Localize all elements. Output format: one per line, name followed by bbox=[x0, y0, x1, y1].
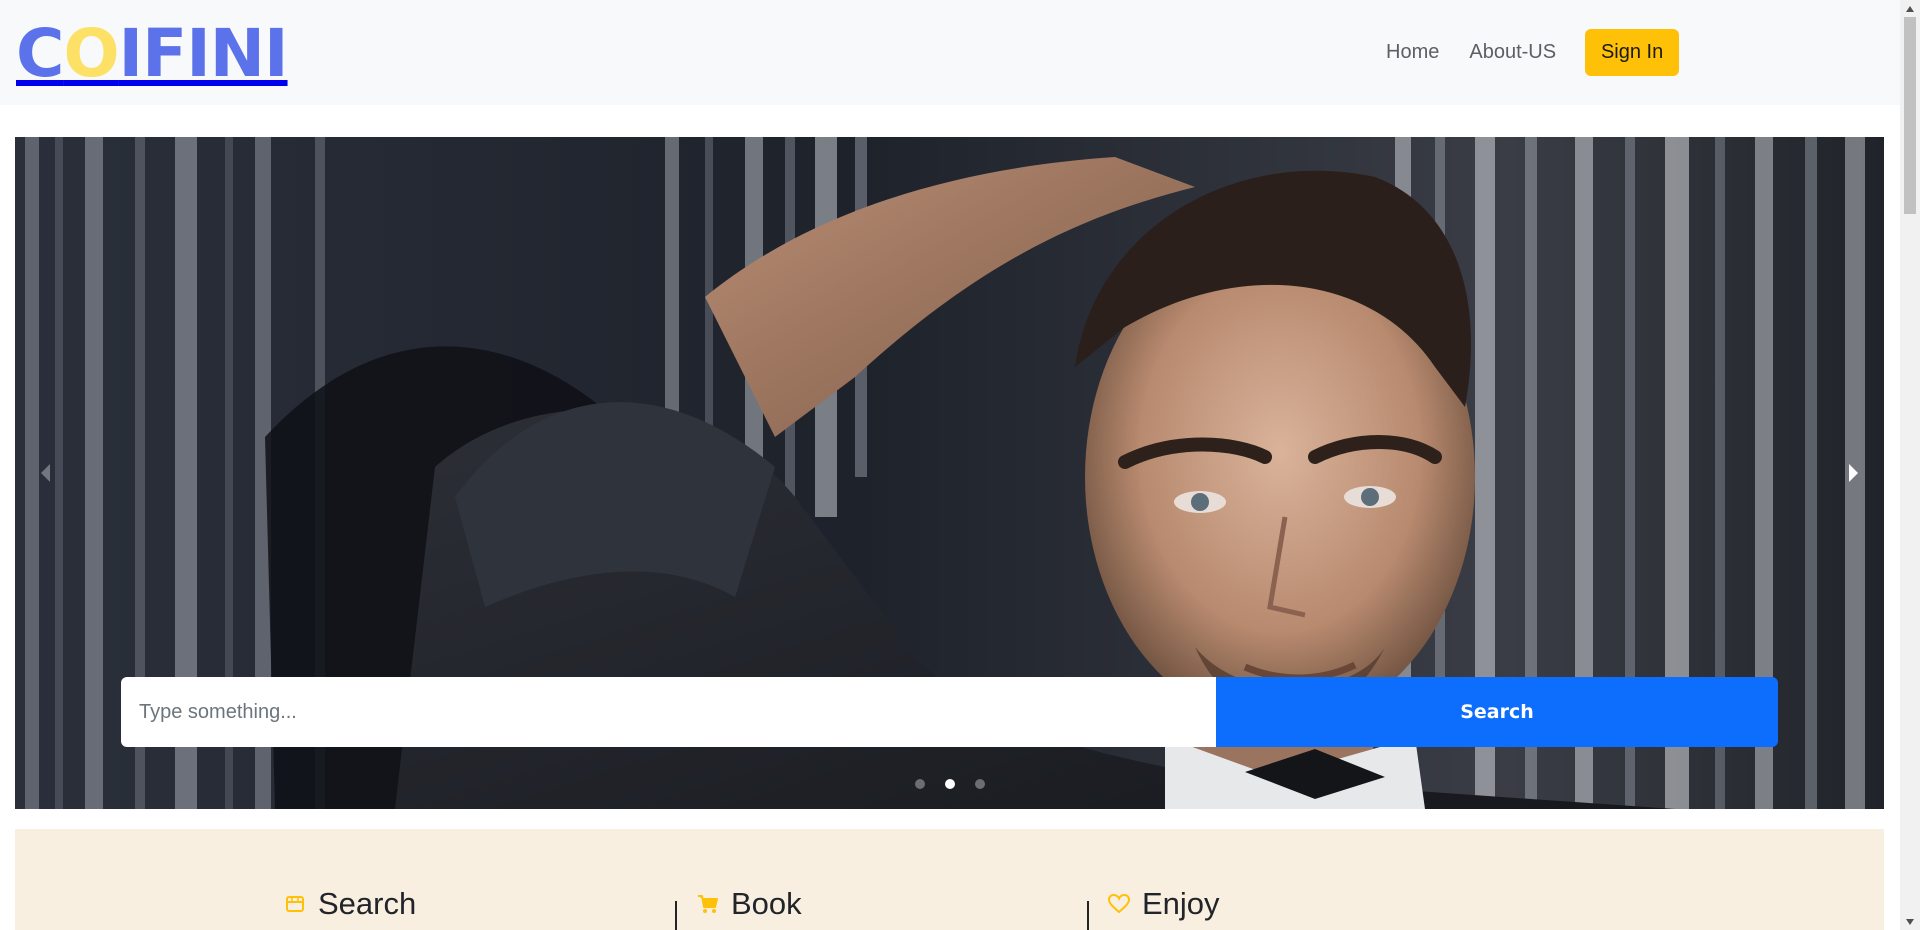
search-button[interactable]: Search bbox=[1216, 677, 1778, 747]
carousel-indicators bbox=[915, 779, 1005, 789]
sign-in-button[interactable]: Sign In bbox=[1585, 28, 1680, 76]
feature-enjoy: Enjoy bbox=[1108, 886, 1220, 922]
search-form: Search bbox=[121, 677, 1778, 747]
feature-title: Search bbox=[318, 886, 417, 921]
feature-divider bbox=[675, 901, 677, 930]
hero-carousel: Search bbox=[15, 137, 1884, 809]
logo-letters-rest: IFINI bbox=[118, 15, 289, 92]
scrollbar-thumb[interactable] bbox=[1904, 17, 1916, 214]
feature-divider bbox=[1087, 901, 1089, 930]
feature-search: Search bbox=[284, 886, 416, 922]
scroll-down-icon[interactable] bbox=[1900, 913, 1920, 930]
carousel-prev-button[interactable] bbox=[15, 137, 75, 809]
carousel-next-button[interactable] bbox=[1824, 137, 1884, 809]
carousel-indicator-2[interactable] bbox=[945, 779, 955, 789]
page-scrollbar[interactable] bbox=[1900, 0, 1920, 930]
chevron-right-icon bbox=[1849, 464, 1858, 482]
brand-logo[interactable]: COIFINI bbox=[16, 15, 289, 92]
navbar: COIFINI Home About-US Sign In bbox=[0, 0, 1900, 105]
cart-icon bbox=[697, 893, 719, 915]
scroll-up-icon[interactable] bbox=[1900, 0, 1920, 17]
logo-letter-o: O bbox=[63, 15, 119, 92]
feature-title: Enjoy bbox=[1142, 886, 1220, 921]
carousel-indicator-3[interactable] bbox=[975, 779, 985, 789]
search-input[interactable] bbox=[121, 677, 1216, 747]
chevron-left-icon bbox=[41, 464, 50, 482]
shop-icon bbox=[284, 893, 306, 915]
carousel-indicator-1[interactable] bbox=[915, 779, 925, 789]
features-section: Search Book Enjoy bbox=[15, 829, 1884, 930]
nav-links: Home About-US Sign In bbox=[1386, 28, 1680, 76]
feature-book: Book bbox=[697, 886, 802, 922]
logo-letter-c: C bbox=[16, 15, 64, 92]
feature-title: Book bbox=[731, 886, 802, 921]
heart-icon bbox=[1108, 893, 1130, 915]
nav-about-link[interactable]: About-US bbox=[1469, 28, 1556, 76]
nav-home-link[interactable]: Home bbox=[1386, 28, 1439, 76]
